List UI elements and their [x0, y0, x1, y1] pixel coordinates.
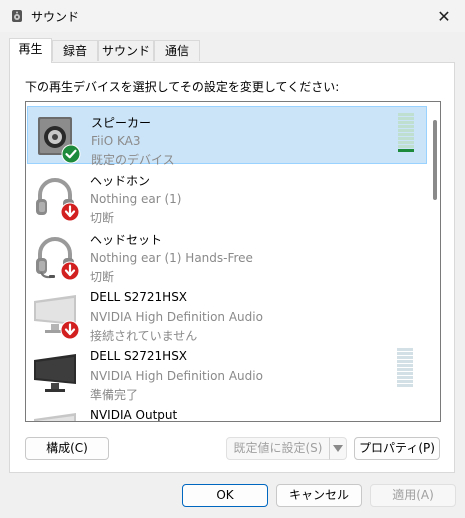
disconnected-badge-icon: [60, 202, 80, 222]
device-item-nvidia-output[interactable]: NVIDIA Output: [27, 401, 427, 422]
device-item-speaker[interactable]: スピーカー FiiO KA3 既定のデバイス: [27, 106, 427, 167]
set-default-button[interactable]: 既定値に設定(S): [226, 437, 330, 460]
chevron-down-icon: [333, 445, 343, 452]
ok-button[interactable]: OK: [182, 484, 268, 507]
device-description: NVIDIA High Definition Audio: [90, 369, 263, 383]
device-name: ヘッドセット: [90, 233, 163, 247]
volume-meter: [397, 348, 413, 392]
device-description: NVIDIA High Definition Audio: [90, 310, 263, 324]
tab-communications[interactable]: 通信: [154, 40, 200, 61]
title-bar: サウンド ✕: [0, 0, 465, 32]
device-name: DELL S2721HSX: [90, 349, 188, 363]
close-button[interactable]: ✕: [431, 6, 457, 28]
tab-sounds[interactable]: サウンド: [98, 40, 154, 61]
device-description: FiiO KA3: [91, 134, 141, 148]
set-default-dropdown[interactable]: [329, 437, 347, 460]
list-scrollbar[interactable]: [433, 120, 437, 200]
check-badge-icon: [61, 144, 81, 164]
configure-button[interactable]: 構成(C): [25, 437, 109, 460]
device-item-headset[interactable]: ヘッドセット Nothing ear (1) Hands-Free 切断: [27, 224, 427, 284]
window-title: サウンド: [31, 10, 80, 24]
device-item-monitor-1[interactable]: DELL S2721HSX NVIDIA High Definition Aud…: [27, 283, 427, 343]
device-list[interactable]: スピーカー FiiO KA3 既定のデバイス ヘッドホン Nothing ear…: [25, 101, 441, 422]
disconnected-badge-icon: [60, 261, 80, 281]
device-name: ヘッドホン: [90, 174, 151, 188]
cancel-button[interactable]: キャンセル: [276, 484, 362, 507]
volume-meter: [398, 113, 414, 157]
device-description: Nothing ear (1) Hands-Free: [90, 251, 253, 265]
speaker-title-icon: [12, 10, 22, 22]
properties-button[interactable]: プロパティ(P): [354, 437, 440, 460]
instruction-text: 下の再生デバイスを選択してその設定を変更してください:: [25, 80, 340, 94]
device-name: スピーカー: [91, 116, 152, 130]
device-description: Nothing ear (1): [90, 192, 182, 206]
monitor-icon: [34, 354, 76, 392]
monitor-icon: [34, 413, 76, 421]
device-name: NVIDIA Output: [90, 408, 178, 422]
tab-recording[interactable]: 録音: [52, 40, 98, 61]
device-item-monitor-2[interactable]: DELL S2721HSX NVIDIA High Definition Aud…: [27, 342, 427, 402]
device-name: DELL S2721HSX: [90, 290, 188, 304]
disconnected-badge-icon: [60, 320, 80, 340]
apply-button[interactable]: 適用(A): [370, 484, 456, 507]
device-item-headphones[interactable]: ヘッドホン Nothing ear (1) 切断: [27, 165, 427, 225]
tab-playback[interactable]: 再生: [9, 38, 52, 63]
